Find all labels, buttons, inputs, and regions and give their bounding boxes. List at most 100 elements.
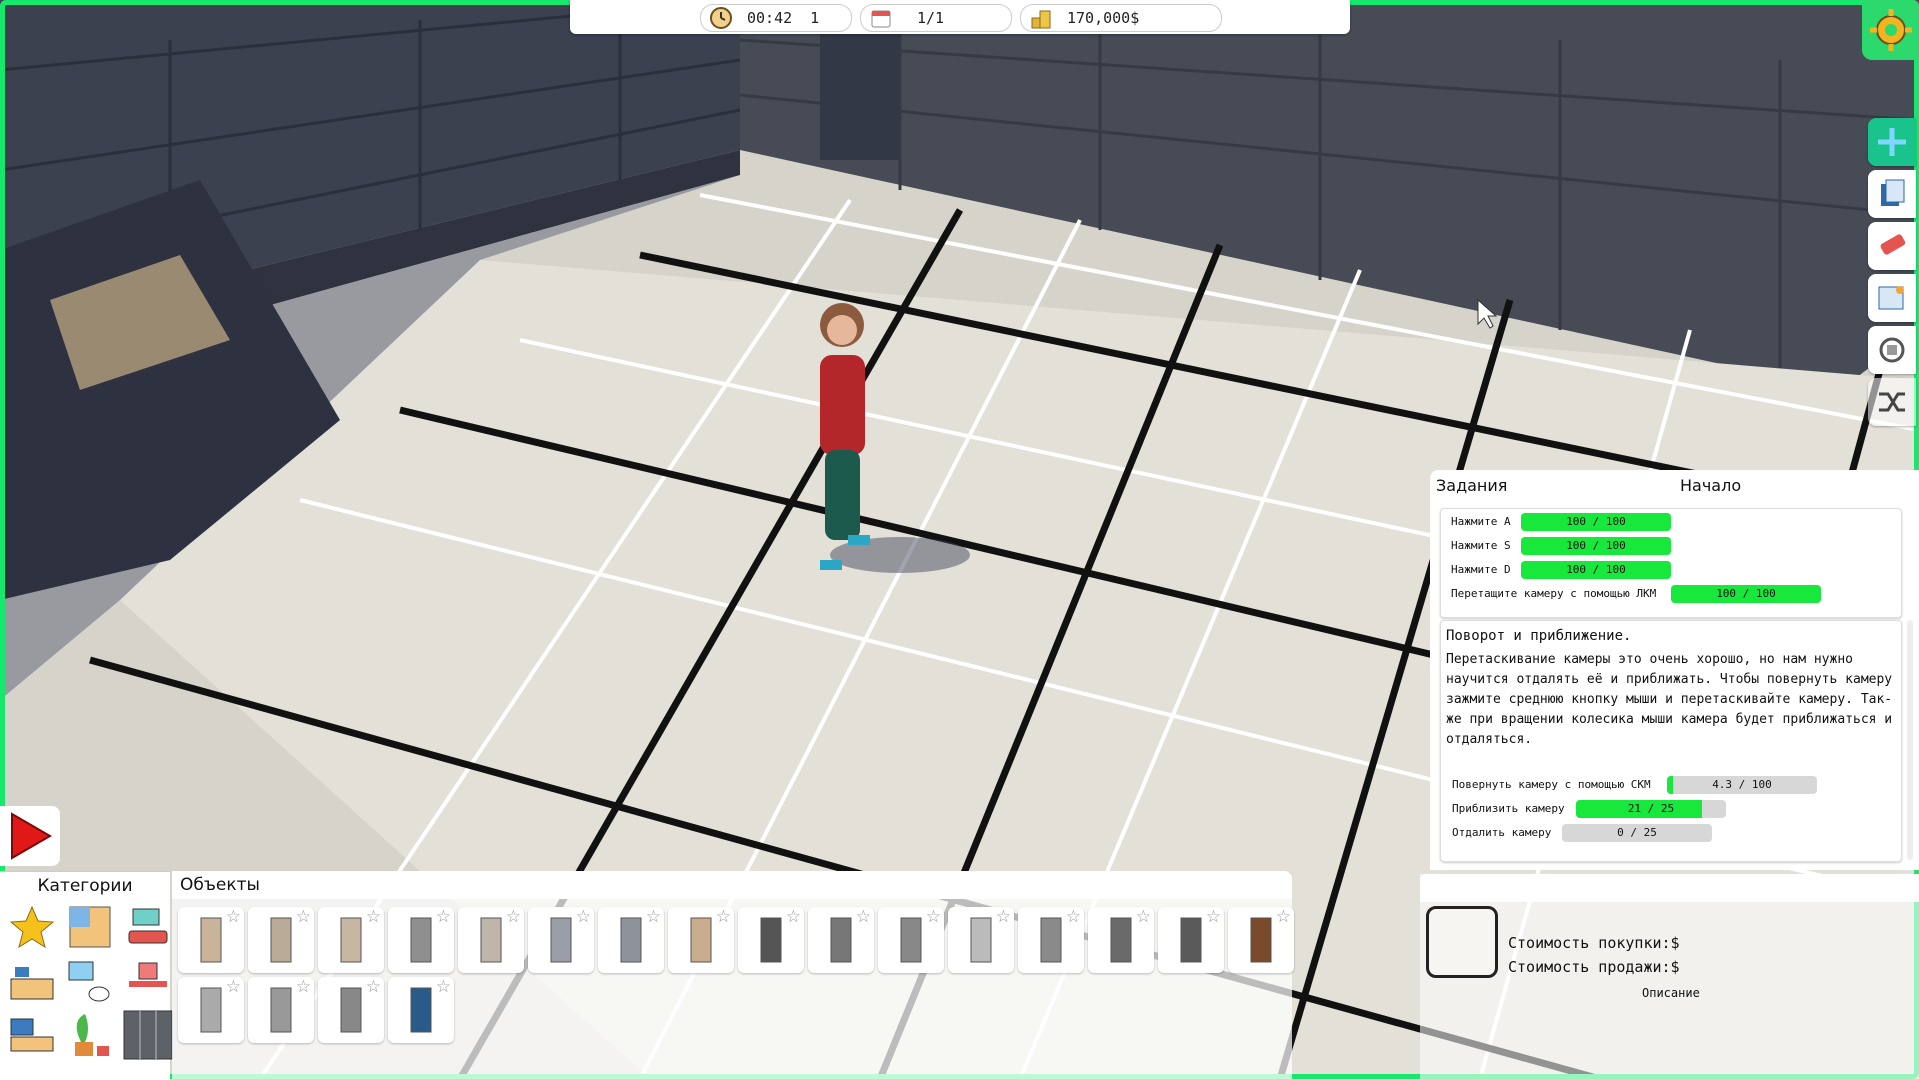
office-icon: [129, 962, 167, 987]
object-tile[interactable]: ☆: [248, 907, 314, 973]
task-progress: 0 / 25: [1562, 824, 1712, 842]
object-preview-slot: [1426, 906, 1498, 978]
play-button[interactable]: [0, 806, 60, 866]
favorites-star-icon: [10, 905, 54, 949]
coins-icon: [1029, 6, 1053, 30]
category-kitchen[interactable]: [6, 956, 58, 1006]
tasks-panel: Задания Начало Нажмите A 100 / 100 Нажми…: [1430, 470, 1919, 870]
shuffle-icon: [1879, 392, 1905, 412]
category-favorites[interactable]: [6, 902, 58, 952]
object-tile[interactable]: ☆: [738, 907, 804, 973]
objects-title: Объекты: [172, 871, 1292, 899]
object-tile[interactable]: ☆: [178, 977, 244, 1043]
task-label: Нажмите A: [1451, 515, 1511, 528]
livingroom-icon: [128, 908, 168, 944]
favorite-star-icon[interactable]: ☆: [1136, 907, 1151, 927]
category-doors-windows[interactable]: [122, 1010, 174, 1060]
task-progress: 100 / 100: [1521, 537, 1671, 555]
settings-button[interactable]: [1862, 0, 1919, 60]
favorite-star-icon[interactable]: ☆: [226, 977, 241, 997]
object-tile[interactable]: ☆: [318, 907, 384, 973]
favorite-star-icon[interactable]: ☆: [856, 907, 871, 927]
category-bathroom[interactable]: [64, 956, 116, 1006]
task-progress: 100 / 100: [1521, 513, 1671, 531]
category-floorplan[interactable]: [64, 902, 116, 952]
object-tile[interactable]: ☆: [178, 907, 244, 973]
object-info-panel: Стоимость покупки:$ Стоимость продажи:$ …: [1420, 874, 1919, 1079]
favorite-star-icon[interactable]: ☆: [1066, 907, 1081, 927]
object-tile[interactable]: ☆: [388, 977, 454, 1043]
object-tile[interactable]: ☆: [1088, 907, 1154, 973]
object-tile[interactable]: ☆: [808, 907, 874, 973]
floorplan-icon: [69, 906, 111, 948]
object-tile[interactable]: ☆: [948, 907, 1014, 973]
objects-panel: Объекты ☆ ☆ ☆ ☆ ☆ ☆ ☆ ☆ ☆ ☆ ☆ ☆ ☆ ☆ ☆ ☆ ☆ ☆ ☆ ☆: [172, 871, 1294, 1079]
rotate-tool[interactable]: [1868, 326, 1916, 374]
favorite-star-icon[interactable]: ☆: [436, 977, 451, 997]
rotate-icon: [1879, 337, 1905, 363]
favorite-star-icon[interactable]: ☆: [646, 907, 661, 927]
money-value: 170,000$: [1067, 9, 1140, 27]
eraser-icon: [1880, 234, 1906, 255]
completed-tasks-card: Нажмите A 100 / 100 Нажмите S 100 / 100 …: [1440, 508, 1902, 618]
eraser-tool[interactable]: [1868, 222, 1916, 270]
documents-tool[interactable]: [1868, 170, 1916, 218]
task-progress: 4.3 / 100: [1667, 776, 1817, 794]
favorite-star-icon[interactable]: ☆: [716, 907, 731, 927]
favorite-star-icon[interactable]: ☆: [786, 907, 801, 927]
object-tile[interactable]: ☆: [388, 907, 454, 973]
plants-icon: [75, 1014, 109, 1056]
favorite-star-icon[interactable]: ☆: [1276, 907, 1291, 927]
object-tile[interactable]: ☆: [878, 907, 944, 973]
favorite-star-icon[interactable]: ☆: [296, 977, 311, 997]
favorite-star-icon[interactable]: ☆: [576, 907, 591, 927]
favorite-star-icon[interactable]: ☆: [996, 907, 1011, 927]
object-tile[interactable]: ☆: [668, 907, 734, 973]
play-icon: [11, 812, 52, 860]
task-label: Приблизить камеру: [1452, 802, 1565, 815]
category-plants[interactable]: [64, 1010, 116, 1060]
object-tile[interactable]: ☆: [528, 907, 594, 973]
favorite-star-icon[interactable]: ☆: [366, 907, 381, 927]
top-hud: 00:42 1 1/1 170,000$: [570, 0, 1350, 34]
time-display[interactable]: 00:42 1: [700, 4, 852, 32]
blueprint-icon: [1878, 286, 1904, 310]
shuffle-tool[interactable]: [1868, 378, 1916, 426]
favorite-star-icon[interactable]: ☆: [366, 977, 381, 997]
favorite-star-icon[interactable]: ☆: [506, 907, 521, 927]
object-tile[interactable]: ☆: [318, 977, 384, 1043]
task-label: Перетащите камеру с помощью ЛКМ: [1451, 587, 1657, 600]
category-office[interactable]: [122, 956, 174, 1006]
move-camera-icon: [1878, 128, 1906, 156]
favorite-star-icon[interactable]: ☆: [296, 907, 311, 927]
object-tile[interactable]: ☆: [458, 907, 524, 973]
speed-value: 1: [810, 9, 820, 27]
object-tile[interactable]: ☆: [598, 907, 664, 973]
task-progress: 100 / 100: [1521, 561, 1671, 579]
door-back: [820, 20, 900, 160]
kitchen-icon: [10, 967, 54, 1000]
favorite-star-icon[interactable]: ☆: [926, 907, 941, 927]
calendar-icon: [869, 6, 893, 30]
task-label: Нажмите S: [1451, 539, 1511, 552]
sell-price: Стоимость продажи:$: [1508, 958, 1680, 976]
favorite-star-icon[interactable]: ☆: [1206, 907, 1221, 927]
object-tile[interactable]: ☆: [248, 977, 314, 1043]
object-tile[interactable]: ☆: [1228, 907, 1294, 973]
move-camera-tool[interactable]: [1868, 118, 1916, 166]
categories-panel: Категории: [0, 871, 173, 1080]
clock-icon: [709, 6, 733, 30]
tasks-title: Задания: [1436, 476, 1508, 495]
task-label: Отдалить камеру: [1452, 826, 1552, 839]
favorite-star-icon[interactable]: ☆: [226, 907, 241, 927]
tasks-scrollbar[interactable]: [1907, 620, 1913, 860]
current-task-title: Поворот и приближение.: [1446, 628, 1632, 644]
category-livingroom[interactable]: [122, 902, 174, 952]
category-bedroom[interactable]: [6, 1010, 58, 1060]
money-display: 170,000$: [1020, 4, 1222, 32]
blueprint-tool[interactable]: [1868, 274, 1916, 322]
object-tile[interactable]: ☆: [1158, 907, 1224, 973]
favorite-star-icon[interactable]: ☆: [436, 907, 451, 927]
object-tile[interactable]: ☆: [1018, 907, 1084, 973]
right-toolbar: [1868, 118, 1918, 430]
